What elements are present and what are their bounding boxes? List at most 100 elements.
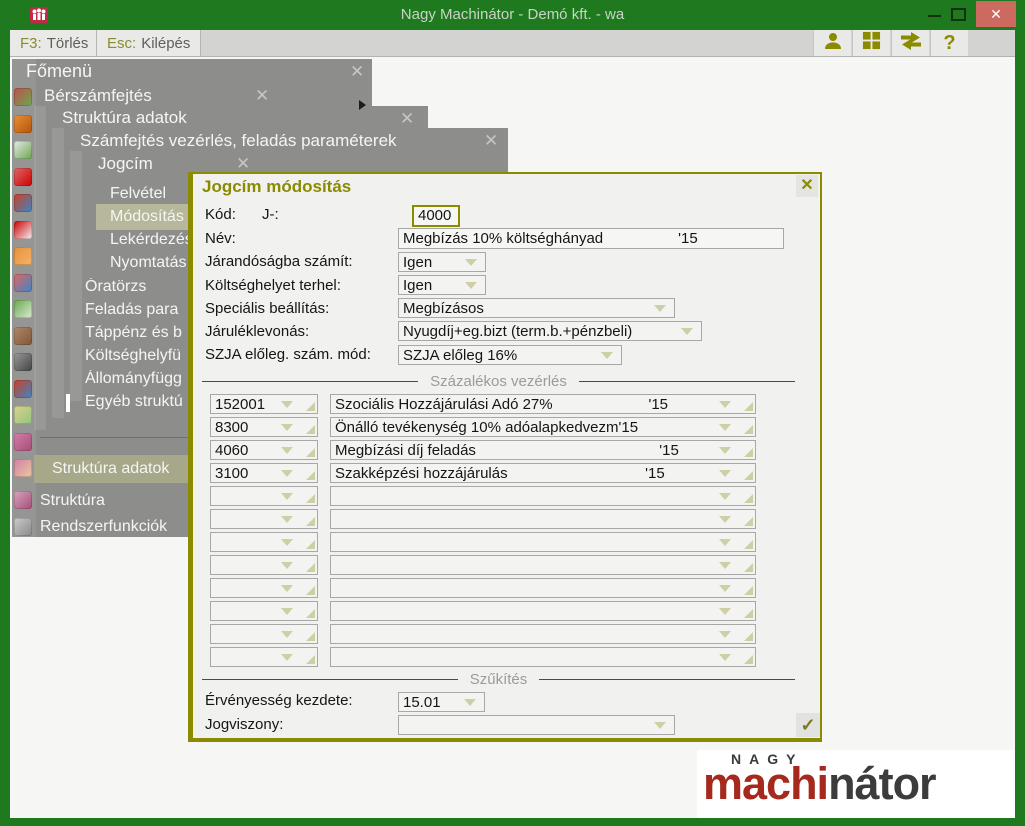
document-flag-icon bbox=[14, 141, 32, 159]
transfer-button[interactable] bbox=[891, 30, 929, 56]
chevron-down-icon bbox=[719, 562, 731, 569]
percent-row: 8300 Önálló tevékenység 10% adóalapkedve… bbox=[0, 417, 1025, 437]
percent-code-combo[interactable]: 8300 bbox=[210, 417, 318, 437]
specialis-label: Speciális beállítás: bbox=[205, 300, 329, 317]
nev-input[interactable]: Megbízás 10% költséghányad '15 bbox=[398, 228, 784, 249]
corner-grip-icon bbox=[744, 632, 753, 641]
brand-logo: NAGY machinátor bbox=[697, 750, 1015, 818]
percent-name-combo[interactable]: Megbízási díj feladás '15 bbox=[330, 440, 756, 460]
menu-title-jogcim: Jogcím bbox=[98, 154, 153, 174]
chevron-down-icon bbox=[654, 305, 666, 312]
percent-row bbox=[0, 624, 1025, 644]
book-icon bbox=[14, 300, 32, 318]
corner-grip-icon bbox=[306, 471, 315, 480]
transfer-icon bbox=[899, 30, 923, 57]
close-icon[interactable]: ✕ bbox=[484, 132, 498, 149]
percent-name-combo[interactable] bbox=[330, 509, 756, 529]
corner-grip-icon bbox=[306, 402, 315, 411]
percent-code-combo[interactable]: 152001 bbox=[210, 394, 318, 414]
menu-item-koltseghelyfuggo[interactable]: Költséghelyfü bbox=[85, 347, 189, 365]
menu-item-feladas-parameterek[interactable]: Feladás para bbox=[85, 301, 189, 319]
box-icon bbox=[14, 327, 32, 345]
menu-item-tappenz[interactable]: Táppénz és b bbox=[85, 324, 189, 342]
kod-input[interactable]: 4000 bbox=[412, 205, 460, 227]
percent-code-combo[interactable] bbox=[210, 532, 318, 552]
close-button[interactable]: ✕ bbox=[976, 1, 1016, 27]
menu-item-allomanyfuggo[interactable]: Állományfügg bbox=[85, 370, 189, 388]
chevron-down-icon bbox=[281, 608, 293, 615]
gears-icon bbox=[14, 518, 32, 536]
window-edge-strip bbox=[70, 151, 82, 401]
menu-item-nyomtatas[interactable]: Nyomtatás bbox=[110, 254, 188, 272]
minimize-button[interactable] bbox=[928, 15, 941, 17]
percent-code-combo[interactable] bbox=[210, 578, 318, 598]
percent-code-combo[interactable]: 4060 bbox=[210, 440, 318, 460]
ervenyesseg-label: Érvényesség kezdete: bbox=[205, 692, 353, 709]
chevron-down-icon bbox=[719, 401, 731, 408]
koltseghely-dropdown[interactable]: Igen bbox=[398, 275, 486, 295]
percent-row: 3100 Szakképzési hozzájárulás '15 bbox=[0, 463, 1025, 483]
nev-label: Név: bbox=[205, 230, 236, 247]
percent-code-combo[interactable] bbox=[210, 509, 318, 529]
percent-name-combo[interactable] bbox=[330, 555, 756, 575]
percent-row bbox=[0, 647, 1025, 667]
percent-name-combo[interactable] bbox=[330, 578, 756, 598]
close-icon[interactable]: ✕ bbox=[400, 110, 414, 127]
kod-label: Kód: bbox=[205, 206, 236, 223]
people-icon bbox=[14, 433, 32, 451]
cube-icon bbox=[14, 491, 32, 509]
percent-name-combo[interactable]: Szociális Hozzájárulási Adó 27% '15 bbox=[330, 394, 756, 414]
delete-button[interactable]: F3: Törlés bbox=[10, 30, 97, 56]
help-icon: ? bbox=[943, 32, 955, 55]
dialog-close-icon[interactable]: ✕ bbox=[796, 175, 818, 197]
dialog-title: Jogcím módosítás bbox=[202, 177, 351, 197]
percent-row bbox=[0, 555, 1025, 575]
ok-button[interactable]: ✓ bbox=[796, 713, 820, 737]
percent-code-combo[interactable]: 3100 bbox=[210, 463, 318, 483]
specialis-dropdown[interactable]: Megbízásos bbox=[398, 298, 675, 318]
chevron-down-icon bbox=[601, 352, 613, 359]
percent-name-combo[interactable]: Önálló tevékenység 10% adóalapkedvezm'15 bbox=[330, 417, 756, 437]
percent-code-combo[interactable] bbox=[210, 555, 318, 575]
close-icon[interactable]: ✕ bbox=[236, 155, 250, 172]
percent-code-combo[interactable] bbox=[210, 624, 318, 644]
percent-name-combo[interactable] bbox=[330, 486, 756, 506]
jogviszony-dropdown[interactable] bbox=[398, 715, 675, 735]
percent-row bbox=[0, 601, 1025, 621]
chevron-down-icon bbox=[719, 424, 731, 431]
maximize-button[interactable] bbox=[951, 8, 966, 21]
chevron-down-icon bbox=[281, 401, 293, 408]
corner-grip-icon bbox=[744, 517, 753, 526]
user-button[interactable] bbox=[813, 30, 851, 56]
jarulek-dropdown[interactable]: Nyugdíj+eg.bizt (term.b.+pénzbeli) bbox=[398, 321, 702, 341]
section-szukites: Szűkítés bbox=[202, 671, 795, 688]
f3-key-label: F3: bbox=[20, 35, 42, 52]
percent-name-combo[interactable] bbox=[330, 601, 756, 621]
corner-grip-icon bbox=[306, 425, 315, 434]
menu-item-lekerdezes[interactable]: Lekérdezés bbox=[110, 231, 188, 249]
close-icon[interactable]: ✕ bbox=[255, 87, 269, 104]
szja-dropdown[interactable]: SZJA előleg 16% bbox=[398, 345, 622, 365]
percent-name-combo[interactable] bbox=[330, 532, 756, 552]
menu-item-felvetel[interactable]: Felvétel bbox=[110, 185, 188, 203]
corner-grip-icon bbox=[306, 540, 315, 549]
percent-code-combo[interactable] bbox=[210, 601, 318, 621]
close-icon[interactable]: ✕ bbox=[350, 63, 364, 80]
menu-item-modositas[interactable]: Módosítás bbox=[110, 208, 188, 226]
percent-name-combo[interactable] bbox=[330, 624, 756, 644]
exit-button[interactable]: Esc: Kilépés bbox=[97, 30, 201, 56]
menu-item-oratorzs[interactable]: Óratörzs bbox=[85, 278, 189, 296]
corner-grip-icon bbox=[744, 586, 753, 595]
modules-button[interactable] bbox=[852, 30, 890, 56]
ervenyesseg-dropdown[interactable]: 15.01 bbox=[398, 692, 485, 712]
jarandosag-dropdown[interactable]: Igen bbox=[398, 252, 486, 272]
chevron-down-icon bbox=[719, 608, 731, 615]
percent-name-combo[interactable]: Szakképzési hozzájárulás '15 bbox=[330, 463, 756, 483]
percent-row bbox=[0, 532, 1025, 552]
corner-grip-icon bbox=[306, 632, 315, 641]
percent-code-combo[interactable] bbox=[210, 647, 318, 667]
help-button[interactable]: ? bbox=[930, 30, 968, 56]
percent-code-combo[interactable] bbox=[210, 486, 318, 506]
percent-name-combo[interactable] bbox=[330, 647, 756, 667]
chevron-down-icon bbox=[281, 447, 293, 454]
